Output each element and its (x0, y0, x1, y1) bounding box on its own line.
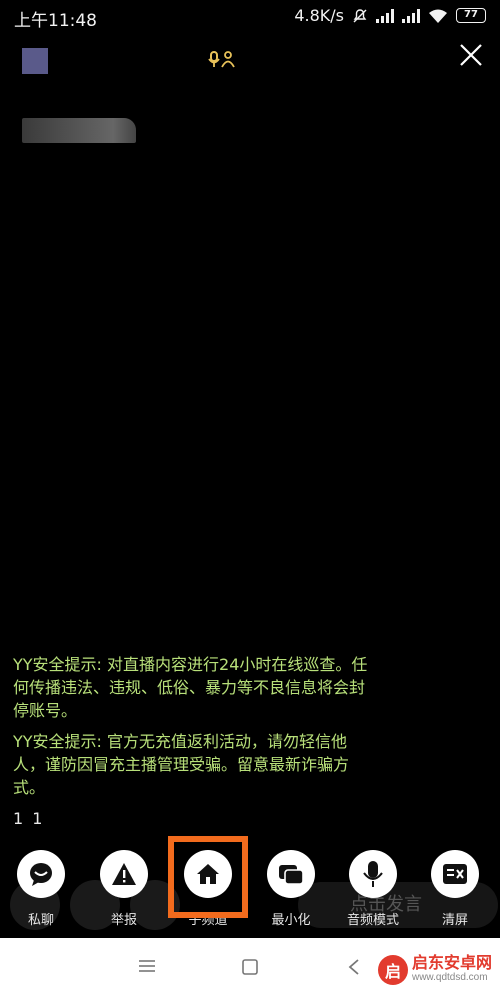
blurred-username (22, 118, 136, 143)
highlight-box (168, 836, 248, 918)
watermark-title: 启东安卓网 (411, 953, 492, 972)
battery-icon: 77 (456, 8, 486, 23)
back-icon[interactable] (347, 958, 361, 976)
action-private-chat[interactable]: 私聊 (0, 850, 82, 928)
home-nav-icon[interactable] (241, 958, 259, 976)
chat-panel: YY安全提示: 对直播内容进行24小时在线巡查。任何传播违法、违规、低俗、暴力等… (13, 653, 373, 828)
action-label: 最小化 (271, 913, 311, 928)
signal-icon-2 (402, 8, 420, 23)
chat-message: YY安全提示: 对直播内容进行24小时在线巡查。任何传播违法、违规、低俗、暴力等… (13, 655, 368, 720)
mic-people-icon[interactable] (208, 50, 238, 70)
action-label: 私聊 (27, 913, 54, 928)
microphone-icon (349, 850, 397, 898)
watermark-url: www.qdtdsd.com (411, 972, 488, 983)
status-bar: 上午11:48 4.8K/s 77 (0, 0, 500, 36)
clear-screen-icon (431, 850, 479, 898)
action-audio-mode[interactable]: 音频模式 (332, 850, 414, 928)
action-clear-screen[interactable]: 清屏 (414, 850, 496, 928)
menu-icon[interactable] (138, 958, 156, 974)
chat-message-plain: 1 1 (13, 809, 45, 828)
action-menu: 私聊 举报 子频道 最小化 音频模式 清屏 (0, 850, 500, 930)
chat-bubble-icon (17, 850, 65, 898)
mute-icon (353, 8, 367, 22)
action-report[interactable]: 举报 (83, 850, 165, 928)
action-label: 清屏 (441, 913, 468, 928)
chat-message: YY安全提示: 官方无充值返利活动，请勿轻信他人，谨防因冒充主播管理受骗。留意最… (13, 732, 350, 797)
action-minimize[interactable]: 最小化 (250, 850, 332, 928)
net-speed: 4.8K/s (294, 6, 344, 25)
status-indicators: 4.8K/s 77 (294, 6, 486, 25)
watermark: 启 启东安卓网 www.qdtdsd.com (377, 953, 492, 985)
close-icon[interactable] (456, 40, 486, 70)
wifi-icon (429, 9, 447, 23)
watermark-logo-icon: 启 (377, 955, 408, 985)
minimize-window-icon (267, 850, 315, 898)
signal-icon (376, 8, 394, 23)
action-label: 举报 (110, 913, 137, 928)
warning-icon (100, 850, 148, 898)
action-label: 音频模式 (346, 913, 399, 928)
avatar[interactable] (22, 48, 48, 74)
status-time: 上午11:48 (14, 11, 97, 31)
